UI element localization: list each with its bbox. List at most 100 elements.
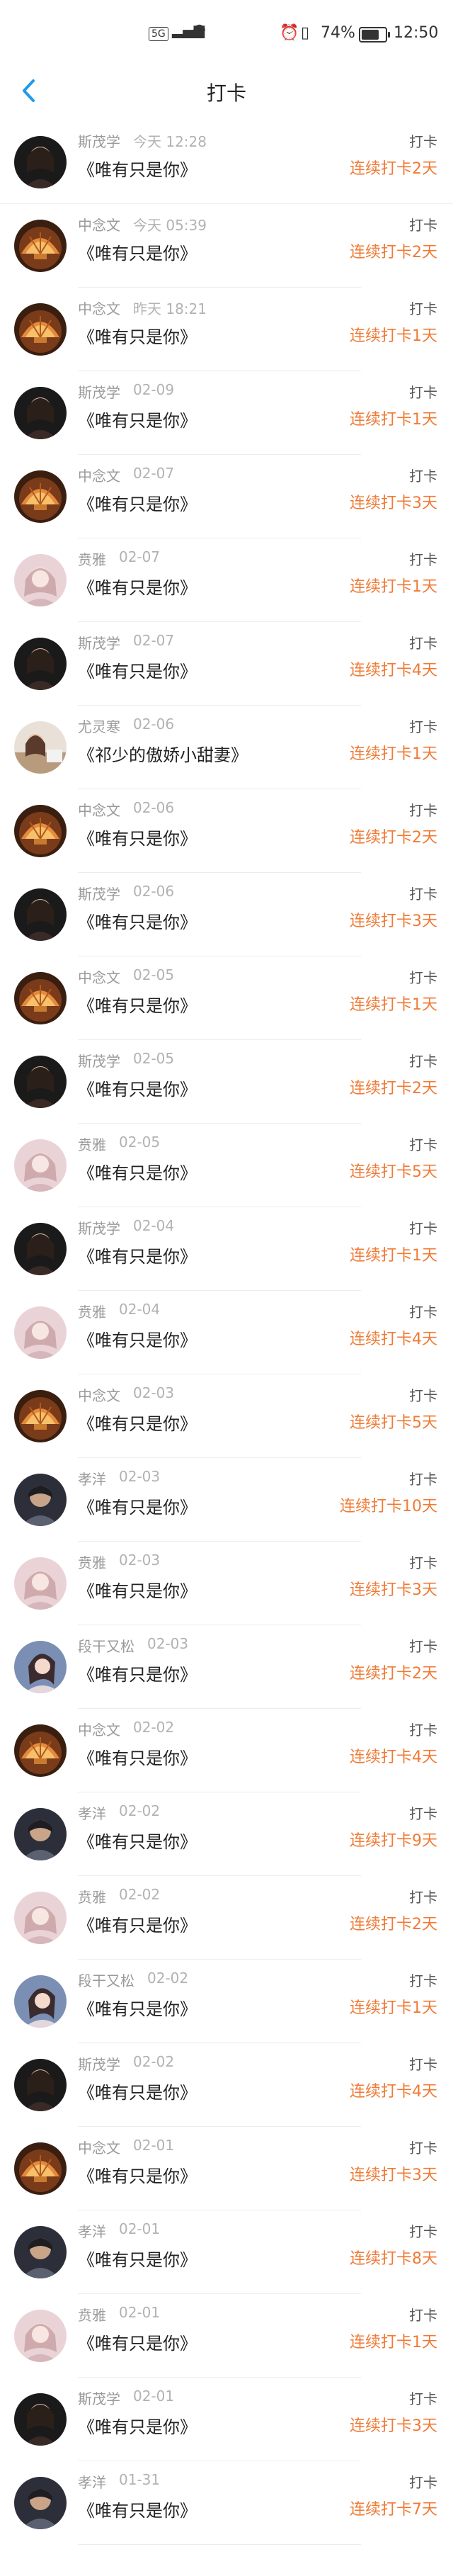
- list-item[interactable]: 斯茂学 02-05 《唯有只是你》 打卡 连续打卡2天: [0, 1040, 453, 1124]
- list-item[interactable]: 孝洋 02-02 《唯有只是你》 打卡 连续打卡9天: [0, 1792, 453, 1876]
- list-item[interactable]: 斯茂学 02-06 《唯有只是你》 打卡 连续打卡3天: [0, 873, 453, 956]
- list-item[interactable]: 斯茂学 02-09 《唯有只是你》 打卡 连续打卡1天: [0, 371, 453, 455]
- divider: [78, 2544, 361, 2545]
- checkin-time: 02-02: [119, 1802, 161, 1819]
- checkin-time: 02-09: [133, 381, 175, 398]
- avatar[interactable]: [14, 721, 67, 774]
- avatar[interactable]: [14, 972, 67, 1024]
- avatar[interactable]: [14, 1808, 67, 1860]
- checkin-tag: 打卡: [409, 384, 437, 401]
- list-item[interactable]: 中念文 02-07 《唯有只是你》 打卡 连续打卡3天: [0, 455, 453, 538]
- user-name: 斯茂学: [78, 1053, 120, 1070]
- list-item[interactable]: 尤灵寒 02-06 《祁少的傲娇小甜妻》 打卡 连续打卡1天: [0, 706, 453, 789]
- checkin-time: 02-03: [147, 1635, 189, 1652]
- avatar[interactable]: [14, 1641, 67, 1693]
- avatar[interactable]: [14, 1474, 67, 1526]
- streak-count: 连续打卡1天: [350, 996, 437, 1014]
- book-title: 《唯有只是你》: [78, 2334, 197, 2354]
- avatar[interactable]: [14, 1223, 67, 1275]
- user-name: 孝洋: [78, 2223, 106, 2240]
- avatar[interactable]: [14, 2477, 67, 2529]
- list-item[interactable]: 孝洋 01-31 《唯有只是你》 打卡 连续打卡7天: [0, 2461, 453, 2545]
- avatar[interactable]: [14, 888, 67, 941]
- book-title: 《唯有只是你》: [78, 2417, 197, 2437]
- avatar[interactable]: [14, 1975, 67, 2028]
- avatar[interactable]: [14, 1557, 67, 1610]
- list-item[interactable]: 中念文 今天 05:39 《唯有只是你》 打卡 连续打卡2天: [0, 204, 453, 288]
- streak-count: 连续打卡3天: [350, 2167, 437, 2184]
- book-title: 《唯有只是你》: [78, 411, 197, 431]
- list-item[interactable]: 段干又松 02-03 《唯有只是你》 打卡 连续打卡2天: [0, 1625, 453, 1709]
- book-title: 《唯有只是你》: [78, 996, 197, 1016]
- checkin-time: 02-01: [119, 2220, 161, 2237]
- list-item[interactable]: 贲雅 02-04 《唯有只是你》 打卡 连续打卡4天: [0, 1291, 453, 1374]
- avatar[interactable]: [14, 638, 67, 690]
- checkin-tag: 打卡: [409, 2390, 437, 2407]
- streak-count: 连续打卡3天: [350, 913, 437, 930]
- user-name: 中念文: [78, 217, 120, 234]
- avatar[interactable]: [14, 1390, 67, 1442]
- checkin-time: 02-02: [147, 1970, 189, 1987]
- list-item[interactable]: 中念文 02-05 《唯有只是你》 打卡 连续打卡1天: [0, 956, 453, 1040]
- checkin-time: 02-06: [133, 716, 175, 733]
- streak-count: 连续打卡1天: [350, 1247, 437, 1265]
- streak-count: 连续打卡1天: [350, 745, 437, 763]
- avatar[interactable]: [14, 2310, 67, 2362]
- avatar[interactable]: [14, 554, 67, 606]
- list-item[interactable]: 斯茂学 02-02 《唯有只是你》 打卡 连续打卡4天: [0, 2043, 453, 2127]
- list-item[interactable]: 中念文 昨天 18:21 《唯有只是你》 打卡 连续打卡1天: [0, 288, 453, 371]
- avatar[interactable]: [14, 2059, 67, 2111]
- avatar[interactable]: [14, 2226, 67, 2278]
- list-item[interactable]: 中念文 02-03 《唯有只是你》 打卡 连续打卡5天: [0, 1374, 453, 1458]
- user-name: 斯茂学: [78, 133, 120, 150]
- list-item[interactable]: 斯茂学 02-07 《唯有只是你》 打卡 连续打卡4天: [0, 622, 453, 706]
- list-item[interactable]: 贲雅 02-05 《唯有只是你》 打卡 连续打卡5天: [0, 1124, 453, 1207]
- streak-count: 连续打卡1天: [350, 578, 437, 596]
- avatar[interactable]: [14, 303, 67, 356]
- page-title: 打卡: [206, 81, 246, 105]
- checkin-time: 02-04: [119, 1301, 161, 1318]
- avatar[interactable]: [14, 387, 67, 439]
- avatar[interactable]: [14, 2142, 67, 2195]
- list-item[interactable]: 斯茂学 02-01 《唯有只是你》 打卡 连续打卡3天: [0, 2378, 453, 2461]
- list-item[interactable]: 中念文 02-06 《唯有只是你》 打卡 连续打卡2天: [0, 789, 453, 873]
- list-item[interactable]: 贲雅 02-07 《唯有只是你》 打卡 连续打卡1天: [0, 538, 453, 622]
- list-item[interactable]: 中念文 02-02 《唯有只是你》 打卡 连续打卡4天: [0, 1709, 453, 1792]
- list-item[interactable]: 贲雅 02-01 《唯有只是你》 打卡 连续打卡1天: [0, 2294, 453, 2378]
- streak-count: 连续打卡3天: [350, 2417, 437, 2435]
- network-type: 5G: [149, 27, 168, 41]
- avatar[interactable]: [14, 1306, 67, 1359]
- book-title: 《唯有只是你》: [78, 2250, 197, 2270]
- book-title: 《唯有只是你》: [78, 1498, 197, 1518]
- list-item[interactable]: 中念文 02-01 《唯有只是你》 打卡 连续打卡3天: [0, 2127, 453, 2210]
- avatar[interactable]: [14, 2393, 67, 2446]
- user-name: 贲雅: [78, 1554, 106, 1571]
- avatar[interactable]: [14, 805, 67, 857]
- avatar[interactable]: [14, 470, 67, 523]
- checkin-tag: 打卡: [409, 1136, 437, 1153]
- user-name: 孝洋: [78, 2474, 106, 2491]
- avatar[interactable]: [14, 1056, 67, 1108]
- checkin-tag: 打卡: [409, 1220, 437, 1237]
- streak-count: 连续打卡1天: [350, 327, 437, 345]
- avatar[interactable]: [14, 220, 67, 272]
- avatar[interactable]: [14, 1724, 67, 1777]
- avatar[interactable]: [14, 1139, 67, 1192]
- book-title: 《唯有只是你》: [78, 1832, 197, 1852]
- checkin-time: 02-04: [133, 1217, 175, 1234]
- battery-percent: 74%: [321, 24, 355, 42]
- list-item[interactable]: 孝洋 02-01 《唯有只是你》 打卡 连续打卡8天: [0, 2210, 453, 2294]
- list-item[interactable]: 贲雅 02-03 《唯有只是你》 打卡 连续打卡3天: [0, 1542, 453, 1625]
- list-item[interactable]: 斯茂学 今天 12:28 《唯有只是你》 打卡 连续打卡2天: [0, 120, 453, 204]
- user-name: 斯茂学: [78, 2390, 120, 2407]
- checkin-tag: 打卡: [409, 1972, 437, 1989]
- list-item[interactable]: 斯茂学 02-04 《唯有只是你》 打卡 连续打卡1天: [0, 1207, 453, 1291]
- checkin-tag: 打卡: [409, 886, 437, 903]
- list-item[interactable]: 段干又松 02-02 《唯有只是你》 打卡 连续打卡1天: [0, 1960, 453, 2043]
- list-item[interactable]: 贲雅 02-02 《唯有只是你》 打卡 连续打卡2天: [0, 1876, 453, 1960]
- avatar[interactable]: [14, 1892, 67, 1944]
- checkin-tag: 打卡: [409, 217, 437, 234]
- avatar[interactable]: [14, 136, 67, 188]
- list-item[interactable]: 孝洋 02-03 《唯有只是你》 打卡 连续打卡10天: [0, 1458, 453, 1542]
- user-name: 孝洋: [78, 1805, 106, 1822]
